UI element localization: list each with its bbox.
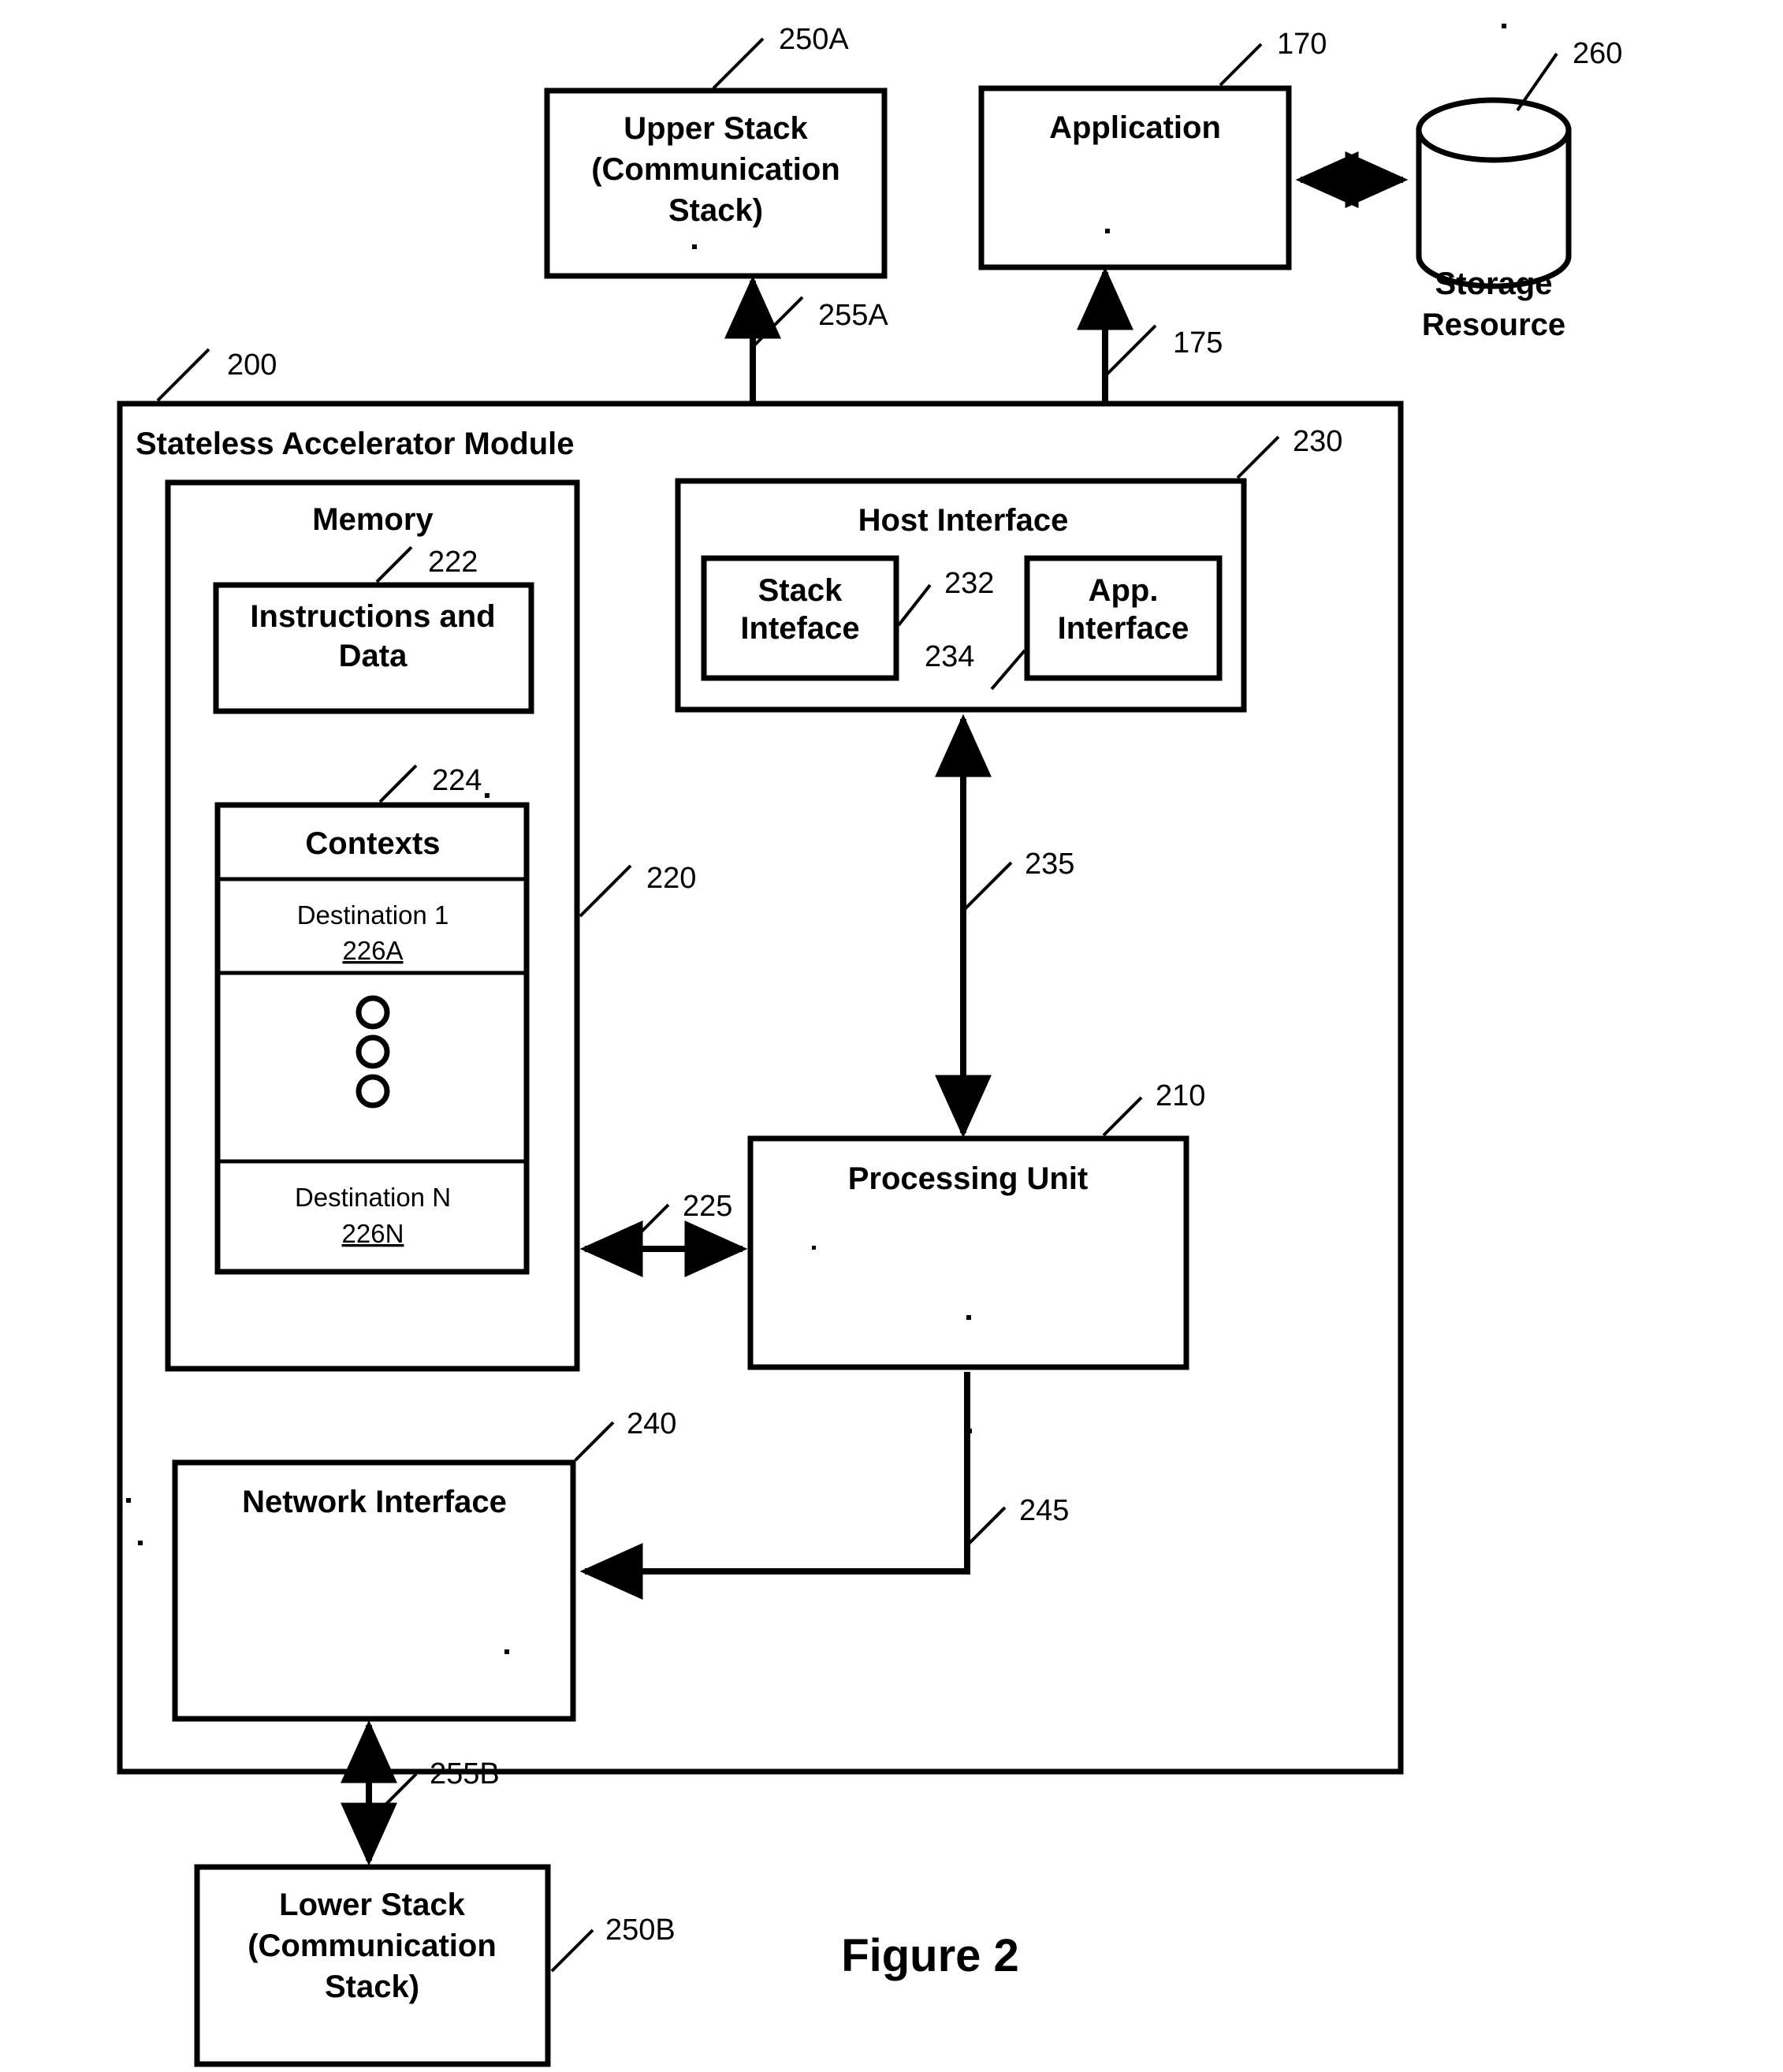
memory-label: Memory [312, 502, 434, 537]
ref-225: 225 [683, 1190, 732, 1223]
ref-235: 235 [1025, 848, 1074, 881]
ref-232: 232 [944, 567, 994, 600]
scan-speck [966, 1315, 971, 1320]
ref-170: 170 [1277, 28, 1327, 61]
ref-250b: 250B [605, 1914, 676, 1947]
contexts-row-ref-1: 226N [342, 1219, 404, 1248]
module-label: Stateless Accelerator Module [136, 427, 575, 461]
leader-170 [1219, 43, 1263, 87]
ref-260: 260 [1573, 37, 1622, 70]
ref-255a: 255A [818, 299, 888, 332]
scan-speck [692, 244, 697, 249]
application-label: Application [1049, 110, 1221, 145]
leader-175 [1104, 324, 1157, 378]
figure-caption: Figure 2 [841, 1930, 1019, 1981]
scan-speck [812, 1246, 816, 1250]
leader-250b [550, 1929, 594, 1973]
app-interface-label-line1: App. [1089, 573, 1159, 608]
scan-speck [485, 793, 489, 798]
scan-speck [504, 1649, 509, 1654]
ref-220: 220 [646, 862, 696, 895]
contexts-row-label-0: Destination 1 [297, 900, 449, 930]
scan-speck [138, 1541, 143, 1545]
stack-interface-label-line2: Inteface [740, 611, 859, 646]
scan-speck [1105, 229, 1110, 233]
ref-234: 234 [925, 640, 974, 673]
ref-245: 245 [1019, 1494, 1069, 1527]
ref-250a: 250A [779, 23, 849, 56]
ref-200: 200 [227, 348, 277, 382]
processing-unit-label: Processing Unit [848, 1161, 1089, 1196]
storage-resource-cylinder [1416, 97, 1572, 289]
ref-222: 222 [428, 546, 478, 579]
ref-210: 210 [1156, 1079, 1205, 1112]
ref-224: 224 [432, 764, 482, 797]
contexts-row-ref-0: 226A [342, 936, 403, 965]
contexts-row-label-1: Destination N [295, 1183, 451, 1212]
upper-stack-label-line3: Stack) [668, 193, 763, 228]
upper-stack-label-line1: Upper Stack [623, 111, 808, 146]
patent-figure-page: Upper Stack (Communication Stack) 250A A… [0, 0, 1783, 2072]
lower-stack-label-line1: Lower Stack [279, 1888, 465, 1922]
leader-255a [751, 296, 804, 348]
lower-stack-label-line3: Stack) [325, 1970, 419, 2004]
contexts-label: Contexts [305, 826, 440, 861]
instructions-and-data-label-line2: Data [339, 639, 408, 673]
storage-resource-label-line2: Resource [1422, 307, 1565, 342]
leader-260 [1516, 52, 1558, 112]
figure-canvas: Upper Stack (Communication Stack) 250A A… [117, 23, 1622, 2067]
app-interface-label-line2: Interface [1058, 611, 1189, 646]
lower-stack-label-line2: (Communication [248, 1929, 497, 1963]
ref-175: 175 [1173, 326, 1223, 360]
scan-speck [126, 1498, 131, 1503]
scan-speck [1502, 24, 1506, 28]
upper-stack-label-line2: (Communication [591, 152, 840, 187]
stack-interface-label-line1: Stack [758, 573, 843, 608]
leader-255b [367, 1772, 418, 1823]
ref-230: 230 [1293, 425, 1342, 458]
leader-200 [156, 348, 210, 402]
ref-255b: 255B [430, 1757, 500, 1791]
storage-resource-label-line1: Storage [1435, 266, 1553, 301]
leader-250a [712, 37, 765, 90]
scan-speck [967, 1429, 972, 1433]
network-interface-label: Network Interface [242, 1485, 507, 1519]
host-interface-label: Host Interface [858, 503, 1069, 538]
instructions-and-data-label-line1: Instructions and [250, 599, 495, 634]
ref-240: 240 [627, 1407, 676, 1440]
